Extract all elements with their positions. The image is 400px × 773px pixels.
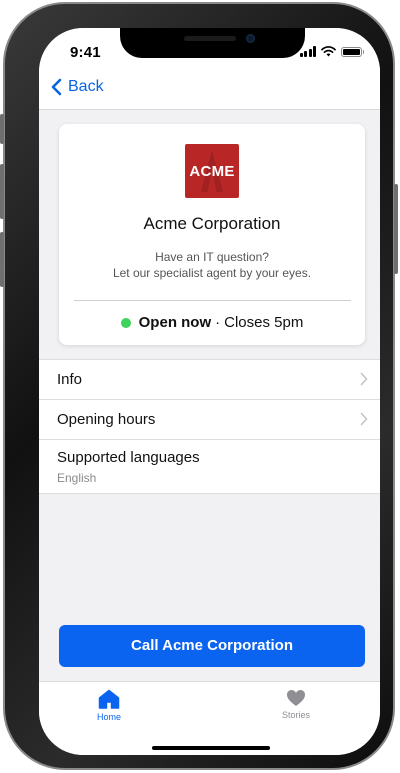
list-item-label: Info [57, 371, 83, 388]
speaker-grille [184, 36, 236, 41]
closes-label: Closes 5pm [224, 314, 304, 331]
open-status: Open now · Closes 5pm [59, 314, 365, 331]
screen: 9:41 Back ACME Acme Corporation Have an … [39, 28, 380, 755]
phone-frame: 9:41 Back ACME Acme Corporation Have an … [0, 2, 398, 770]
tab-label: Stories [281, 710, 310, 720]
tagline-line-1: Have an IT question? [155, 250, 269, 264]
mute-switch [0, 114, 4, 144]
status-separator: · [215, 314, 221, 331]
notch [120, 28, 305, 58]
tagline-line-2: Let our specialist agent by your eyes. [112, 266, 312, 280]
volume-down-button [0, 232, 4, 287]
tab-label: Home [96, 712, 121, 722]
company-logo: ACME [185, 144, 239, 198]
home-indicator [152, 746, 270, 750]
chevron-left-icon [51, 78, 62, 96]
logo-text: ACME [189, 163, 235, 180]
list-item-opening-hours[interactable]: Opening hours [39, 400, 380, 440]
volume-up-button [0, 164, 4, 219]
signal-icon [299, 46, 316, 57]
chevron-right-icon [360, 412, 368, 426]
heart-icon [287, 690, 305, 706]
list-item-label: Supported languages [57, 449, 200, 466]
list-item-sublabel: English [57, 471, 97, 485]
status-dot-icon [120, 317, 131, 328]
home-icon [98, 689, 120, 709]
power-button [394, 184, 398, 274]
tab-home[interactable]: Home [69, 689, 149, 722]
back-label: Back [68, 78, 104, 95]
list-item-info[interactable]: Info [39, 360, 380, 400]
call-button[interactable]: Call Acme Corporation [59, 625, 365, 667]
tagline: Have an IT question? Let our specialist … [59, 249, 365, 281]
navigation-bar: Back [39, 72, 380, 110]
battery-icon [341, 46, 364, 57]
company-card: ACME Acme Corporation Have an IT questio… [59, 124, 365, 345]
card-divider [74, 300, 351, 301]
front-camera [246, 34, 255, 43]
list-item-supported-languages: Supported languages English [39, 440, 380, 494]
tab-bar: Home Stories [39, 681, 380, 755]
status-icons [299, 46, 364, 57]
details-list: Info Opening hours Supported languages E… [39, 359, 380, 494]
tab-stories[interactable]: Stories [256, 689, 336, 720]
open-label: Open now [138, 314, 212, 331]
status-time: 9:41 [70, 44, 101, 61]
back-button[interactable]: Back [51, 78, 104, 96]
list-item-label: Opening hours [57, 411, 156, 428]
wifi-icon [321, 46, 336, 57]
chevron-right-icon [360, 372, 368, 386]
company-name: Acme Corporation [143, 214, 281, 233]
